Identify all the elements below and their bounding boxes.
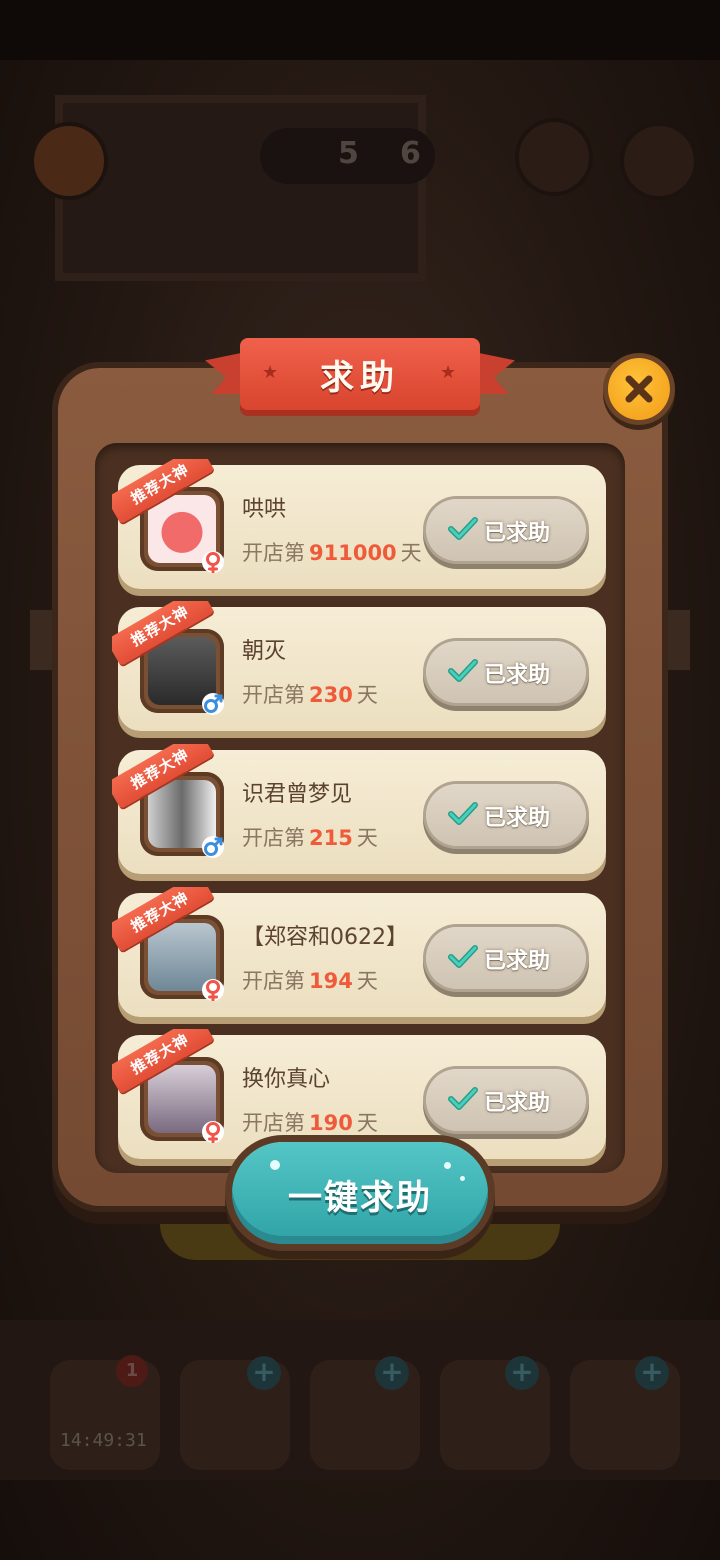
badge-clip: 推荐大神: [112, 459, 222, 539]
badge-clip: 推荐大神: [112, 601, 222, 681]
days-suffix: 天: [356, 826, 378, 850]
settings-button: [620, 122, 698, 200]
helped-button[interactable]: 已求助: [426, 499, 586, 561]
check-icon: [448, 659, 478, 682]
days-value: 230: [309, 683, 353, 707]
recommend-badge: 推荐大神: [112, 601, 215, 666]
days-value: 194: [309, 969, 353, 993]
helped-label: 已求助: [484, 949, 551, 974]
days-value: 190: [309, 1111, 353, 1135]
slot-timer: 14:49:31: [60, 1430, 147, 1451]
days-prefix: 开店第: [242, 826, 305, 850]
shop-days: 开店第 194 天: [242, 965, 378, 995]
female-gender-icon: [202, 979, 224, 1001]
days-value: 215: [309, 826, 353, 850]
close-button[interactable]: [608, 358, 670, 420]
help-row: 推荐大神 【郑容和0622】 开店第 194 天已求助: [112, 887, 606, 1017]
days-prefix: 开店第: [242, 1111, 305, 1135]
help-row: 推荐大神识君曾梦见开店第 215 天 已求助: [112, 744, 606, 874]
help-row: 推荐大神换你真心开店第 190 天 已求助: [112, 1029, 606, 1159]
plus-icon: +: [505, 1356, 539, 1390]
counter-left: 5: [338, 136, 359, 171]
plus-icon: +: [247, 1356, 281, 1390]
helped-label: 已求助: [484, 663, 551, 688]
recommend-badge: 推荐大神: [112, 887, 215, 952]
shop-days: 开店第 190 天: [242, 1107, 378, 1137]
days-suffix: 天: [400, 541, 422, 565]
counter-right: 6: [400, 136, 421, 171]
help-all-button[interactable]: 一键求助: [232, 1142, 488, 1244]
recommend-badge: 推荐大神: [112, 459, 215, 524]
back-button: [30, 122, 108, 200]
days-prefix: 开店第: [242, 683, 305, 707]
help-row: 推荐大神哄哄开店第 911000 天 已求助: [112, 459, 606, 589]
sparkle-icon: [270, 1160, 280, 1170]
helped-button[interactable]: 已求助: [426, 784, 586, 846]
badge-clip: 推荐大神: [112, 744, 222, 824]
player-name: 朝灭: [242, 639, 287, 664]
player-name: 识君曾梦见: [242, 782, 353, 807]
shop-days: 开店第 215 天: [242, 822, 378, 852]
female-gender-icon: [202, 551, 224, 573]
check-icon: [448, 802, 478, 825]
badge-clip: 推荐大神: [112, 887, 222, 967]
notification-badge: 1: [116, 1355, 148, 1387]
check-icon: [448, 945, 478, 968]
male-gender-icon: [202, 836, 224, 858]
helped-button[interactable]: 已求助: [426, 927, 586, 989]
help-all-label: 一键求助: [288, 1178, 432, 1218]
book-button: [515, 118, 593, 196]
modal-title: 求助: [320, 358, 400, 398]
helped-label: 已求助: [484, 521, 551, 546]
female-gender-icon: [202, 1121, 224, 1143]
days-prefix: 开店第: [242, 969, 305, 993]
days-suffix: 天: [356, 969, 378, 993]
check-icon: [448, 517, 478, 540]
days-suffix: 天: [356, 1111, 378, 1135]
close-icon: [625, 375, 653, 403]
player-name: 换你真心: [242, 1067, 331, 1092]
background-window: [55, 95, 426, 281]
helped-button[interactable]: 已求助: [426, 1069, 586, 1131]
plus-icon: +: [635, 1356, 669, 1390]
recommend-badge: 推荐大神: [112, 1029, 215, 1094]
player-name: 【郑容和0622】: [242, 925, 408, 950]
days-value: 911000: [309, 541, 397, 565]
helped-label: 已求助: [484, 806, 551, 831]
recommend-badge: 推荐大神: [112, 744, 215, 809]
days-suffix: 天: [356, 683, 378, 707]
sparkle-icon: [444, 1162, 451, 1169]
player-name: 哄哄: [242, 497, 287, 522]
male-gender-icon: [202, 693, 224, 715]
days-prefix: 开店第: [242, 541, 305, 565]
badge-clip: 推荐大神: [112, 1029, 222, 1109]
shop-days: 开店第 230 天: [242, 679, 378, 709]
status-bar: [0, 0, 720, 60]
shop-days: 开店第 911000 天: [242, 537, 422, 567]
helped-button[interactable]: 已求助: [426, 641, 586, 703]
helped-label: 已求助: [484, 1091, 551, 1116]
help-row: 推荐大神朝灭开店第 230 天 已求助: [112, 601, 606, 731]
check-icon: [448, 1087, 478, 1110]
level-counter: 5 6: [260, 128, 435, 184]
plus-icon: +: [375, 1356, 409, 1390]
